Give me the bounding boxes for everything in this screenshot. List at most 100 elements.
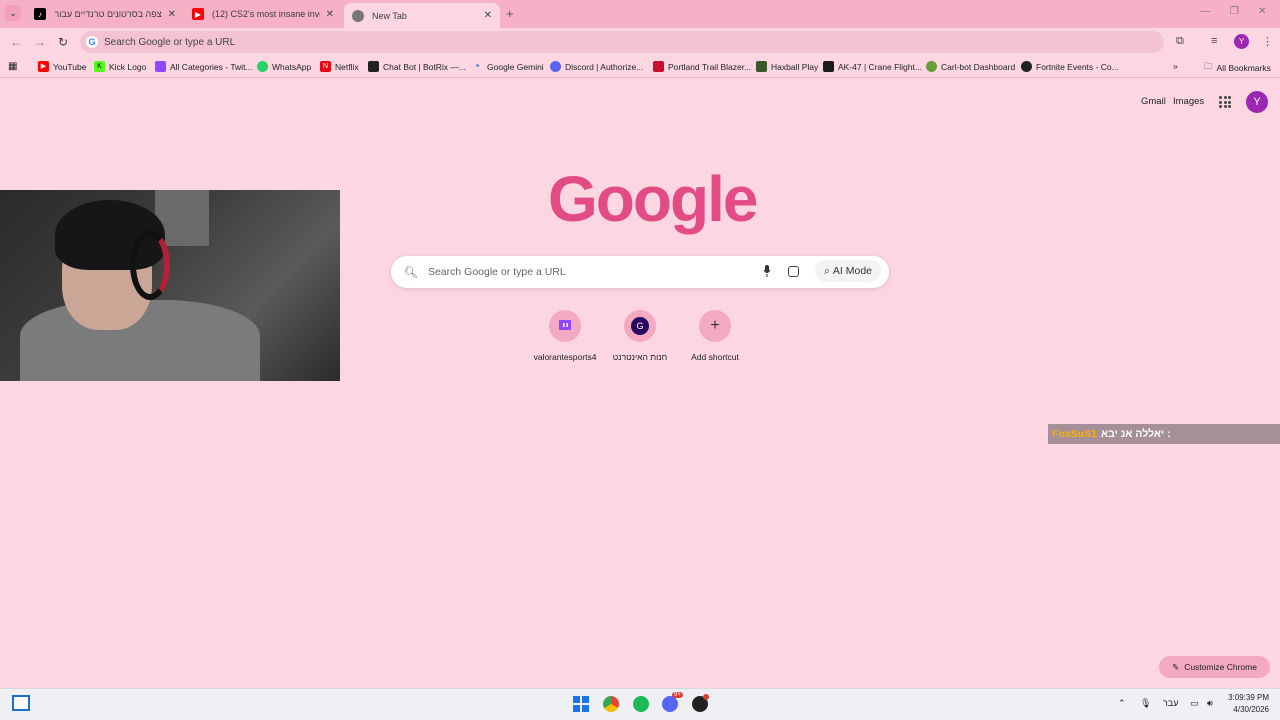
bookmark-label: Portland Trail Blazer... (668, 61, 752, 72)
widgets-icon[interactable] (12, 695, 30, 711)
close-tab-icon[interactable]: ✕ (326, 9, 334, 20)
notification-badge: 9+ (672, 692, 683, 698)
add-shortcut-button[interactable]: + Add shortcut (675, 310, 755, 362)
folder-icon: 🗀 (1204, 61, 1213, 71)
tab-title: צפה בסרטונים טרנדיים עבורך (54, 9, 162, 19)
network-icon[interactable]: ▭ (1190, 698, 1199, 709)
headset-icon (130, 230, 170, 300)
bookmark-label: Chat Bot | BotRix —... (383, 61, 466, 72)
shortcut-label: Add shortcut (691, 352, 739, 362)
discord-icon (550, 61, 561, 72)
back-button[interactable]: ← (10, 35, 22, 49)
bookmark-label: Google Gemini (487, 61, 544, 72)
web-store-icon: G (624, 310, 656, 342)
google-logo: Google (548, 163, 758, 235)
start-button[interactable] (573, 696, 589, 712)
netflix-icon: N (320, 61, 331, 72)
chat-overlay: FoxSuS1 : יאללה אנ יבא (1048, 424, 1280, 444)
bookmark-twitch[interactable]: All Categories - Twit... (155, 61, 253, 72)
profile-avatar[interactable]: Y (1234, 34, 1249, 49)
bookmark-youtube[interactable]: ▶ YouTube (38, 61, 86, 72)
apps-grid-icon[interactable]: ▦ (8, 61, 17, 72)
gmail-link[interactable]: Gmail (1141, 96, 1166, 107)
chat-username: FoxSuS1 (1052, 428, 1097, 440)
restore-button[interactable]: ❐ (1230, 6, 1239, 17)
account-avatar[interactable]: Y (1246, 91, 1268, 113)
customize-chrome-button[interactable]: ✎ Customize Chrome (1159, 656, 1270, 678)
bookmark-kick[interactable]: K Kick Logo (94, 61, 146, 72)
whatsapp-icon (257, 61, 268, 72)
show-hidden-icons[interactable]: ⌃ (1118, 698, 1126, 709)
omnibox[interactable]: G Search Google or type a URL (80, 31, 1164, 53)
pencil-icon: ✎ (1172, 661, 1180, 672)
ai-mode-button[interactable]: ⌕ AI Mode (815, 260, 881, 282)
shortcut-valorantesports[interactable]: valorantesports4 (525, 310, 605, 362)
plus-icon: + (699, 310, 731, 342)
carlbot-icon (926, 61, 937, 72)
ai-search-icon: ⌕ (824, 264, 830, 277)
search-icon: 🔍︎ (404, 266, 418, 279)
tab-tiktok[interactable]: ♪ צפה בסרטונים טרנדיים עבורך ✕ (26, 3, 184, 25)
close-tab-icon[interactable]: ✕ (168, 9, 176, 20)
bookmark-trail-blazers[interactable]: Portland Trail Blazer... (653, 61, 751, 72)
tab-youtube[interactable]: ▶ (12) CS2's most insane invento ✕ (184, 3, 342, 25)
clock-date: 4/30/2026 (1233, 705, 1269, 714)
bookmark-haxball[interactable]: Haxball Play (756, 61, 818, 72)
chrome-taskbar-icon[interactable] (603, 696, 619, 712)
bookmark-botrix[interactable]: Chat Bot | BotRix —... (368, 61, 466, 72)
tab-search-button[interactable]: ⌄ (5, 5, 21, 21)
bookmark-ak47[interactable]: AK-47 | Crane Flight... (823, 61, 922, 72)
chat-message: : יאללה אנ יבא (1100, 428, 1171, 440)
bookmark-label: Carl-bot Dashboard (941, 61, 1016, 72)
new-tab-button[interactable]: + (506, 6, 514, 21)
spotify-icon[interactable] (633, 696, 649, 712)
fortnite-icon (1021, 61, 1032, 72)
botrix-icon (368, 61, 379, 72)
twitch-icon (155, 61, 166, 72)
bookmark-whatsapp[interactable]: WhatsApp (257, 61, 311, 72)
media-controls-icon[interactable]: ≡ (1211, 35, 1217, 47)
all-bookmarks[interactable]: 🗀 All Bookmarks (1204, 61, 1271, 75)
shortcut-label: חנות האינטרנט (612, 352, 668, 362)
menu-icon[interactable]: ⋮ (1262, 35, 1273, 48)
system-clock[interactable]: 3:09:39 PM 4/30/2026 (1225, 692, 1269, 716)
bookmarks-overflow-icon[interactable]: » (1173, 61, 1178, 71)
language-indicator[interactable]: עבר (1163, 698, 1178, 708)
kick-icon: K (94, 61, 105, 72)
bookmark-label: All Categories - Twit... (170, 61, 253, 72)
bookmark-label: All Bookmarks (1216, 63, 1271, 73)
bookmark-label: Haxball Play (771, 61, 819, 72)
shortcut-chrome-web-store[interactable]: G חנות האינטרנט (600, 310, 680, 362)
ak47-icon (823, 61, 834, 72)
bookmark-fortnite[interactable]: Fortnite Events - Co... (1021, 61, 1119, 72)
google-apps-icon[interactable] (1219, 96, 1231, 108)
extensions-icon[interactable]: ⧉ (1176, 35, 1184, 48)
volume-icon[interactable]: 🔊︎ (1207, 698, 1213, 709)
shortcut-label: valorantesports4 (533, 352, 597, 362)
google-icon: G (86, 36, 98, 48)
google-lens-icon[interactable] (788, 266, 799, 277)
close-tab-icon[interactable]: ✕ (484, 10, 492, 21)
youtube-icon: ▶ (38, 61, 49, 72)
bookmark-netflix[interactable]: N Netflix (320, 61, 359, 72)
search-placeholder: Search Google or type a URL (427, 266, 566, 278)
web-store-glyph: G (631, 317, 649, 335)
bookmark-carlbot[interactable]: Carl-bot Dashboard (926, 61, 1015, 72)
tab-new-tab[interactable]: New Tab ✕ (344, 3, 500, 28)
minimize-button[interactable]: — (1200, 6, 1210, 17)
reload-button[interactable]: ↻ (58, 35, 68, 49)
bookmark-label: AK-47 | Crane Flight... (838, 61, 922, 72)
clock-time: 3:09:39 PM (1228, 693, 1269, 702)
discord-taskbar-icon[interactable] (662, 696, 678, 712)
chrome-icon (352, 9, 364, 22)
images-link[interactable]: Images (1173, 96, 1204, 107)
bookmark-discord[interactable]: Discord | Authorize... (550, 61, 643, 72)
recording-dot-icon (703, 694, 709, 700)
bookmark-label: Netflix (335, 61, 359, 72)
microphone-icon[interactable] (763, 265, 771, 277)
forward-button[interactable]: → (34, 35, 46, 49)
microphone-tray-icon[interactable]: 🎙︎ (1140, 698, 1151, 709)
customize-label: Customize Chrome (1184, 662, 1257, 672)
bookmark-gemini[interactable]: ✦ Google Gemini (472, 61, 544, 72)
close-window-button[interactable]: ✕ (1258, 6, 1266, 17)
